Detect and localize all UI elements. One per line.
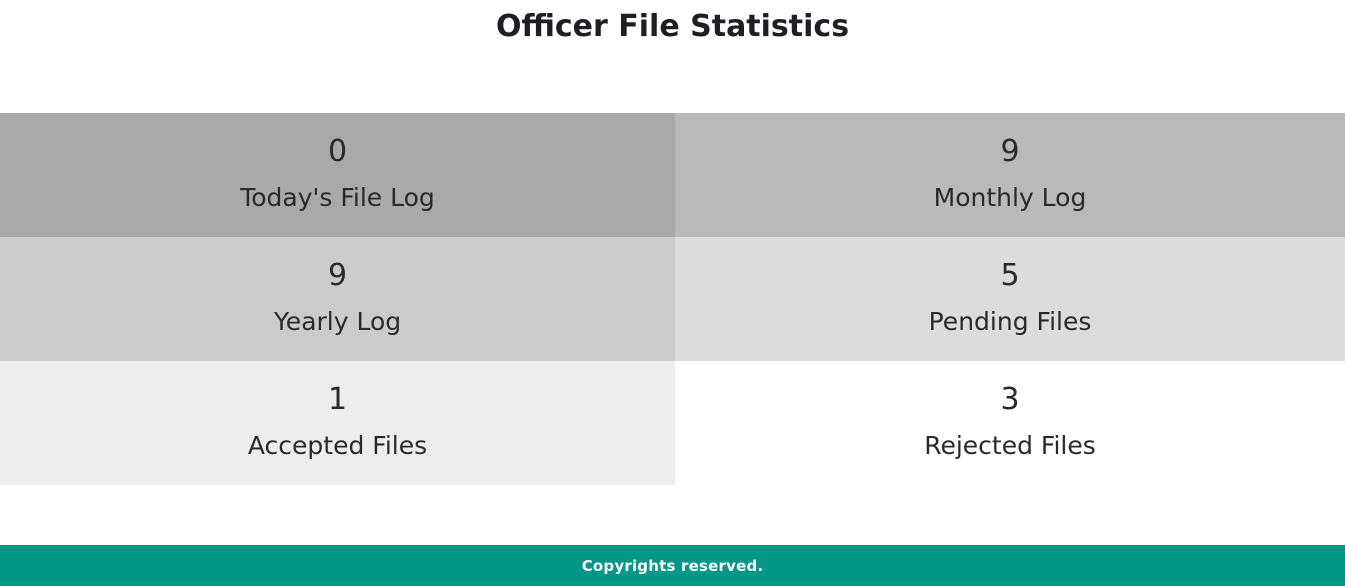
stat-tile-todays-file-log[interactable]: 0 Today's File Log <box>0 113 675 237</box>
stat-label: Rejected Files <box>924 431 1096 460</box>
stat-value: 9 <box>327 258 348 293</box>
stat-value: 9 <box>1000 134 1020 169</box>
stat-label: Monthly Log <box>933 183 1087 212</box>
footer: Copyrights reserved. <box>0 545 1345 586</box>
page-title: Officer File Statistics <box>495 9 850 44</box>
page: Officer File Statistics 0 Today's File L… <box>0 0 1345 586</box>
stat-tile-yearly-log[interactable]: 9 Yearly Log <box>0 237 675 361</box>
stat-label: Today's File Log <box>240 183 435 212</box>
footer-copyright: Copyrights reserved. <box>581 556 764 575</box>
stat-value: 3 <box>1000 382 1020 417</box>
stat-value: 1 <box>327 382 348 417</box>
stat-tile-rejected-files[interactable]: 3 Rejected Files <box>675 361 1345 485</box>
stat-tile-accepted-files[interactable]: 1 Accepted Files <box>0 361 675 485</box>
stat-label: Pending Files <box>928 307 1092 336</box>
stat-value: 0 <box>327 134 348 169</box>
stat-label: Accepted Files <box>247 431 428 460</box>
stat-tile-monthly-log[interactable]: 9 Monthly Log <box>675 113 1345 237</box>
stats-grid: 0 Today's File Log 9 Monthly Log 9 Yearl… <box>0 113 1345 485</box>
stat-tile-pending-files[interactable]: 5 Pending Files <box>675 237 1345 361</box>
stat-value: 5 <box>1000 258 1020 293</box>
stat-label: Yearly Log <box>273 307 402 336</box>
